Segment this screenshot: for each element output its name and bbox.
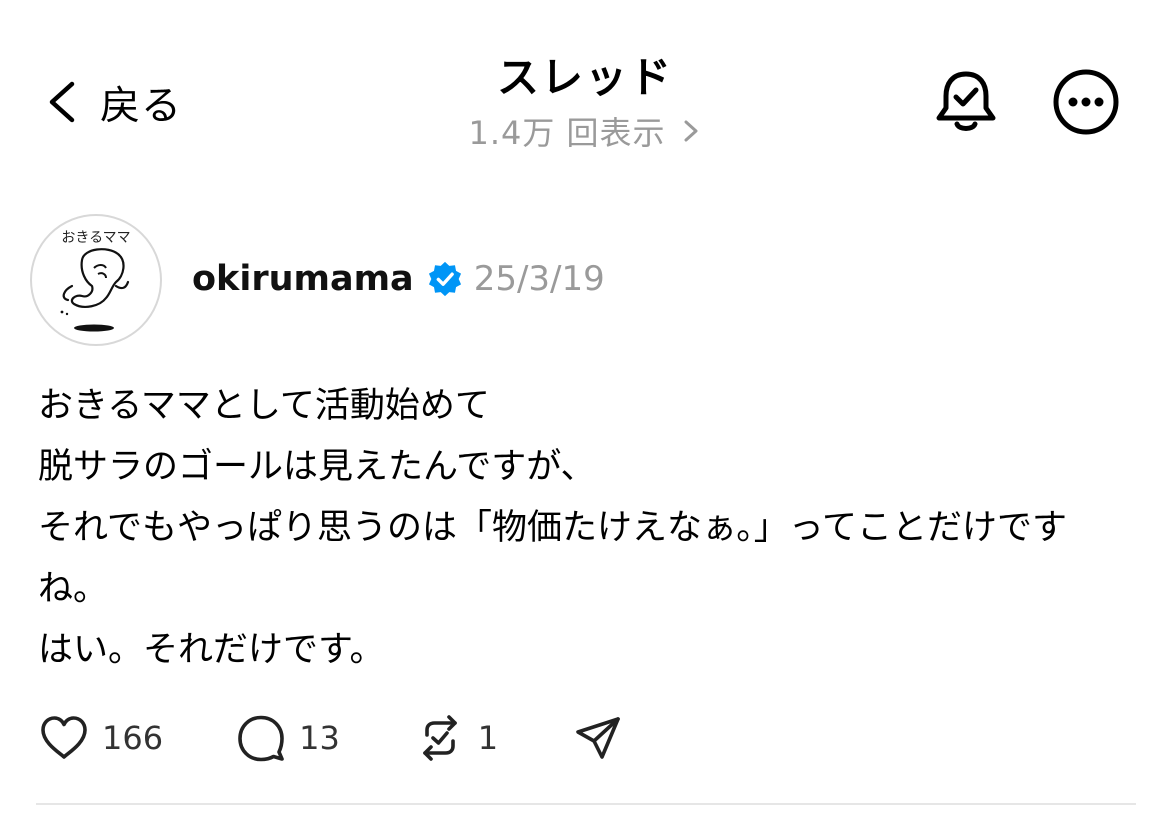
post-text-line: 脱サラのゴールは見えたんですが、 — [38, 447, 596, 487]
post-meta: okirumama 25/3/19 — [192, 252, 605, 306]
post-text-line: はい。それだけです。 — [38, 630, 385, 670]
like-count: 166 — [102, 719, 164, 757]
avatar-text: おきるママ — [61, 230, 130, 246]
speech-bubble-icon — [238, 715, 284, 762]
views-count: 1.4万 回表示 — [468, 114, 666, 152]
reply-button[interactable]: 13 — [235, 712, 340, 764]
notify-button[interactable] — [932, 68, 1000, 136]
avatar-illustration: おきるママ — [60, 230, 131, 332]
post-date: 25/3/19 — [473, 259, 605, 299]
repost-button[interactable]: 1 — [414, 712, 498, 764]
repost-icon — [422, 715, 457, 761]
repost-count: 1 — [477, 719, 499, 757]
verified-badge-icon — [428, 261, 461, 297]
more-horizontal-icon — [1053, 69, 1119, 135]
post-text-line: ね。 — [38, 569, 109, 609]
share-button[interactable] — [572, 712, 624, 764]
avatar[interactable]: おきるママ — [30, 214, 162, 346]
heart-icon — [41, 716, 87, 759]
post-actions: 166 13 1 — [38, 710, 624, 766]
chevron-right-icon — [684, 120, 698, 142]
send-icon — [576, 717, 620, 759]
like-button[interactable]: 166 — [38, 712, 163, 764]
post-text: おきるママとして活動始めて 脱サラのゴールは見えたんですが、 それでもやっぱり思… — [38, 376, 1128, 681]
username[interactable]: okirumama — [192, 259, 414, 299]
reply-count: 13 — [299, 719, 340, 757]
bell-check-icon — [936, 71, 996, 131]
views-link[interactable]: 1.4万 回表示 — [468, 108, 701, 154]
post-text-line: おきるママとして活動始めて — [38, 386, 490, 426]
divider — [36, 803, 1136, 805]
post-text-line: それでもやっぱり思うのは「物価たけえなぁ。」ってことだけです — [38, 508, 1068, 548]
more-options-button[interactable] — [1052, 68, 1120, 136]
top-navigation-bar: 戻る スレッド 1.4万 回表示 — [0, 0, 1170, 170]
